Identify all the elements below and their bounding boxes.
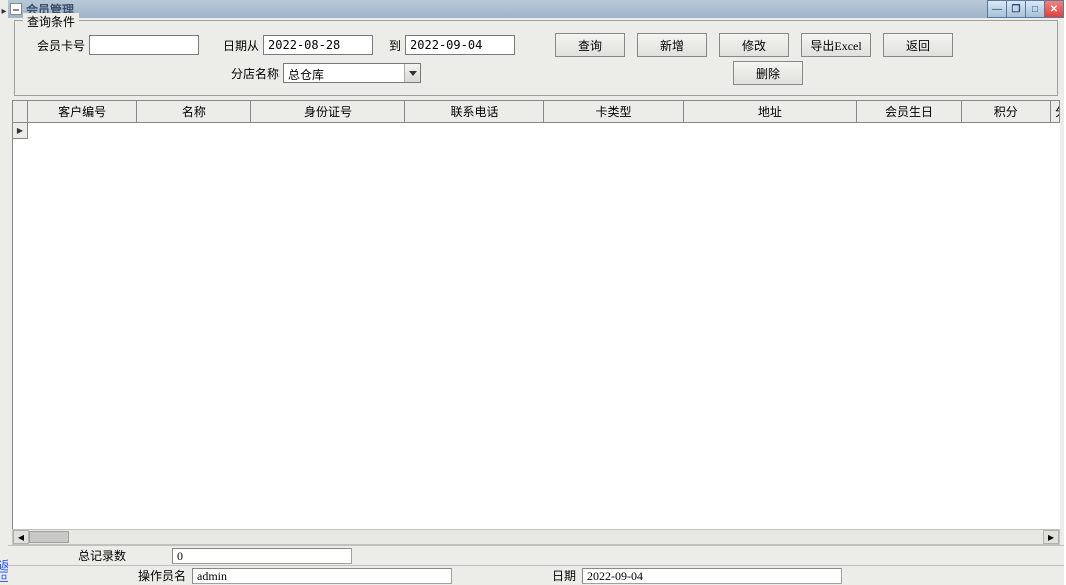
column-header[interactable]: 身份证号 [251,101,405,122]
column-header[interactable]: 会员生日 [857,101,961,122]
back-button[interactable]: 返回 [883,33,953,57]
export-button[interactable]: 导出Excel [801,33,871,57]
column-header[interactable]: 分店名称 [1051,101,1060,122]
date-to-input[interactable] [405,35,515,55]
column-header[interactable]: 积分 [962,101,1051,122]
column-header[interactable]: 地址 [684,101,858,122]
minimize-button[interactable]: — [987,0,1007,18]
column-header[interactable]: 客户编号 [28,101,137,122]
branch-combo[interactable]: 总仓库 [283,63,421,83]
app-frame: 会员管理 — ❐ □ ✕ 查询条件 会员卡号 日期从 到 查询 新增 修改 导出… [8,0,1064,585]
total-records-value: 0 [172,548,352,564]
data-grid: 客户编号 名称 身份证号 联系电话 卡类型 地址 会员生日 积分 分店名称 [12,100,1060,529]
branch-label: 分店名称 [231,65,279,82]
scroll-thumb[interactable] [29,531,69,543]
dock-arrow-icon: ▸ [1,6,6,17]
member-card-input[interactable] [89,35,199,55]
delete-button[interactable]: 删除 [733,61,803,85]
row-indicator-icon [13,123,28,139]
operator-label: 操作员名 [138,567,186,584]
titlebar: 会员管理 — ❐ □ ✕ [8,0,1064,18]
app-left-strip: ▸ 返回 [0,0,8,585]
date-from-input[interactable] [263,35,373,55]
restore-button[interactable]: ❐ [1006,0,1026,18]
date-label: 日期 [552,567,576,584]
branch-combo-value: 总仓库 [284,64,404,82]
grid-corner [12,101,28,122]
query-fieldset: 查询条件 会员卡号 日期从 到 查询 新增 修改 导出Excel 返回 分店名称… [14,20,1058,96]
date-to-label: 到 [389,37,401,54]
query-button[interactable]: 查询 [555,33,625,57]
app-icon [10,3,22,15]
horizontal-scrollbar[interactable]: ◂ ▸ [12,529,1060,545]
grid-body[interactable] [12,123,1060,529]
add-button[interactable]: 新增 [637,33,707,57]
window-controls: — ❐ □ ✕ [988,0,1064,18]
total-records-label: 总记录数 [78,547,126,564]
column-header[interactable]: 卡类型 [544,101,683,122]
maximize-button[interactable]: □ [1025,0,1045,18]
scroll-left-icon[interactable]: ◂ [13,530,29,544]
member-card-label: 会员卡号 [37,37,85,54]
fieldset-legend: 查询条件 [23,13,79,30]
close-button[interactable]: ✕ [1044,0,1064,18]
status-bar-2: 操作员名 admin 日期 2022-09-04 [8,565,1064,585]
column-header[interactable]: 联系电话 [405,101,544,122]
column-header[interactable]: 名称 [137,101,251,122]
operator-value: admin [192,568,452,584]
scroll-right-icon[interactable]: ▸ [1043,530,1059,544]
date-value: 2022-09-04 [582,568,842,584]
edit-button[interactable]: 修改 [719,33,789,57]
status-bar-1: 总记录数 0 [8,545,1064,565]
date-from-label: 日期从 [223,37,259,54]
grid-header: 客户编号 名称 身份证号 联系电话 卡类型 地址 会员生日 积分 分店名称 [12,100,1060,123]
chevron-down-icon[interactable] [404,64,420,82]
